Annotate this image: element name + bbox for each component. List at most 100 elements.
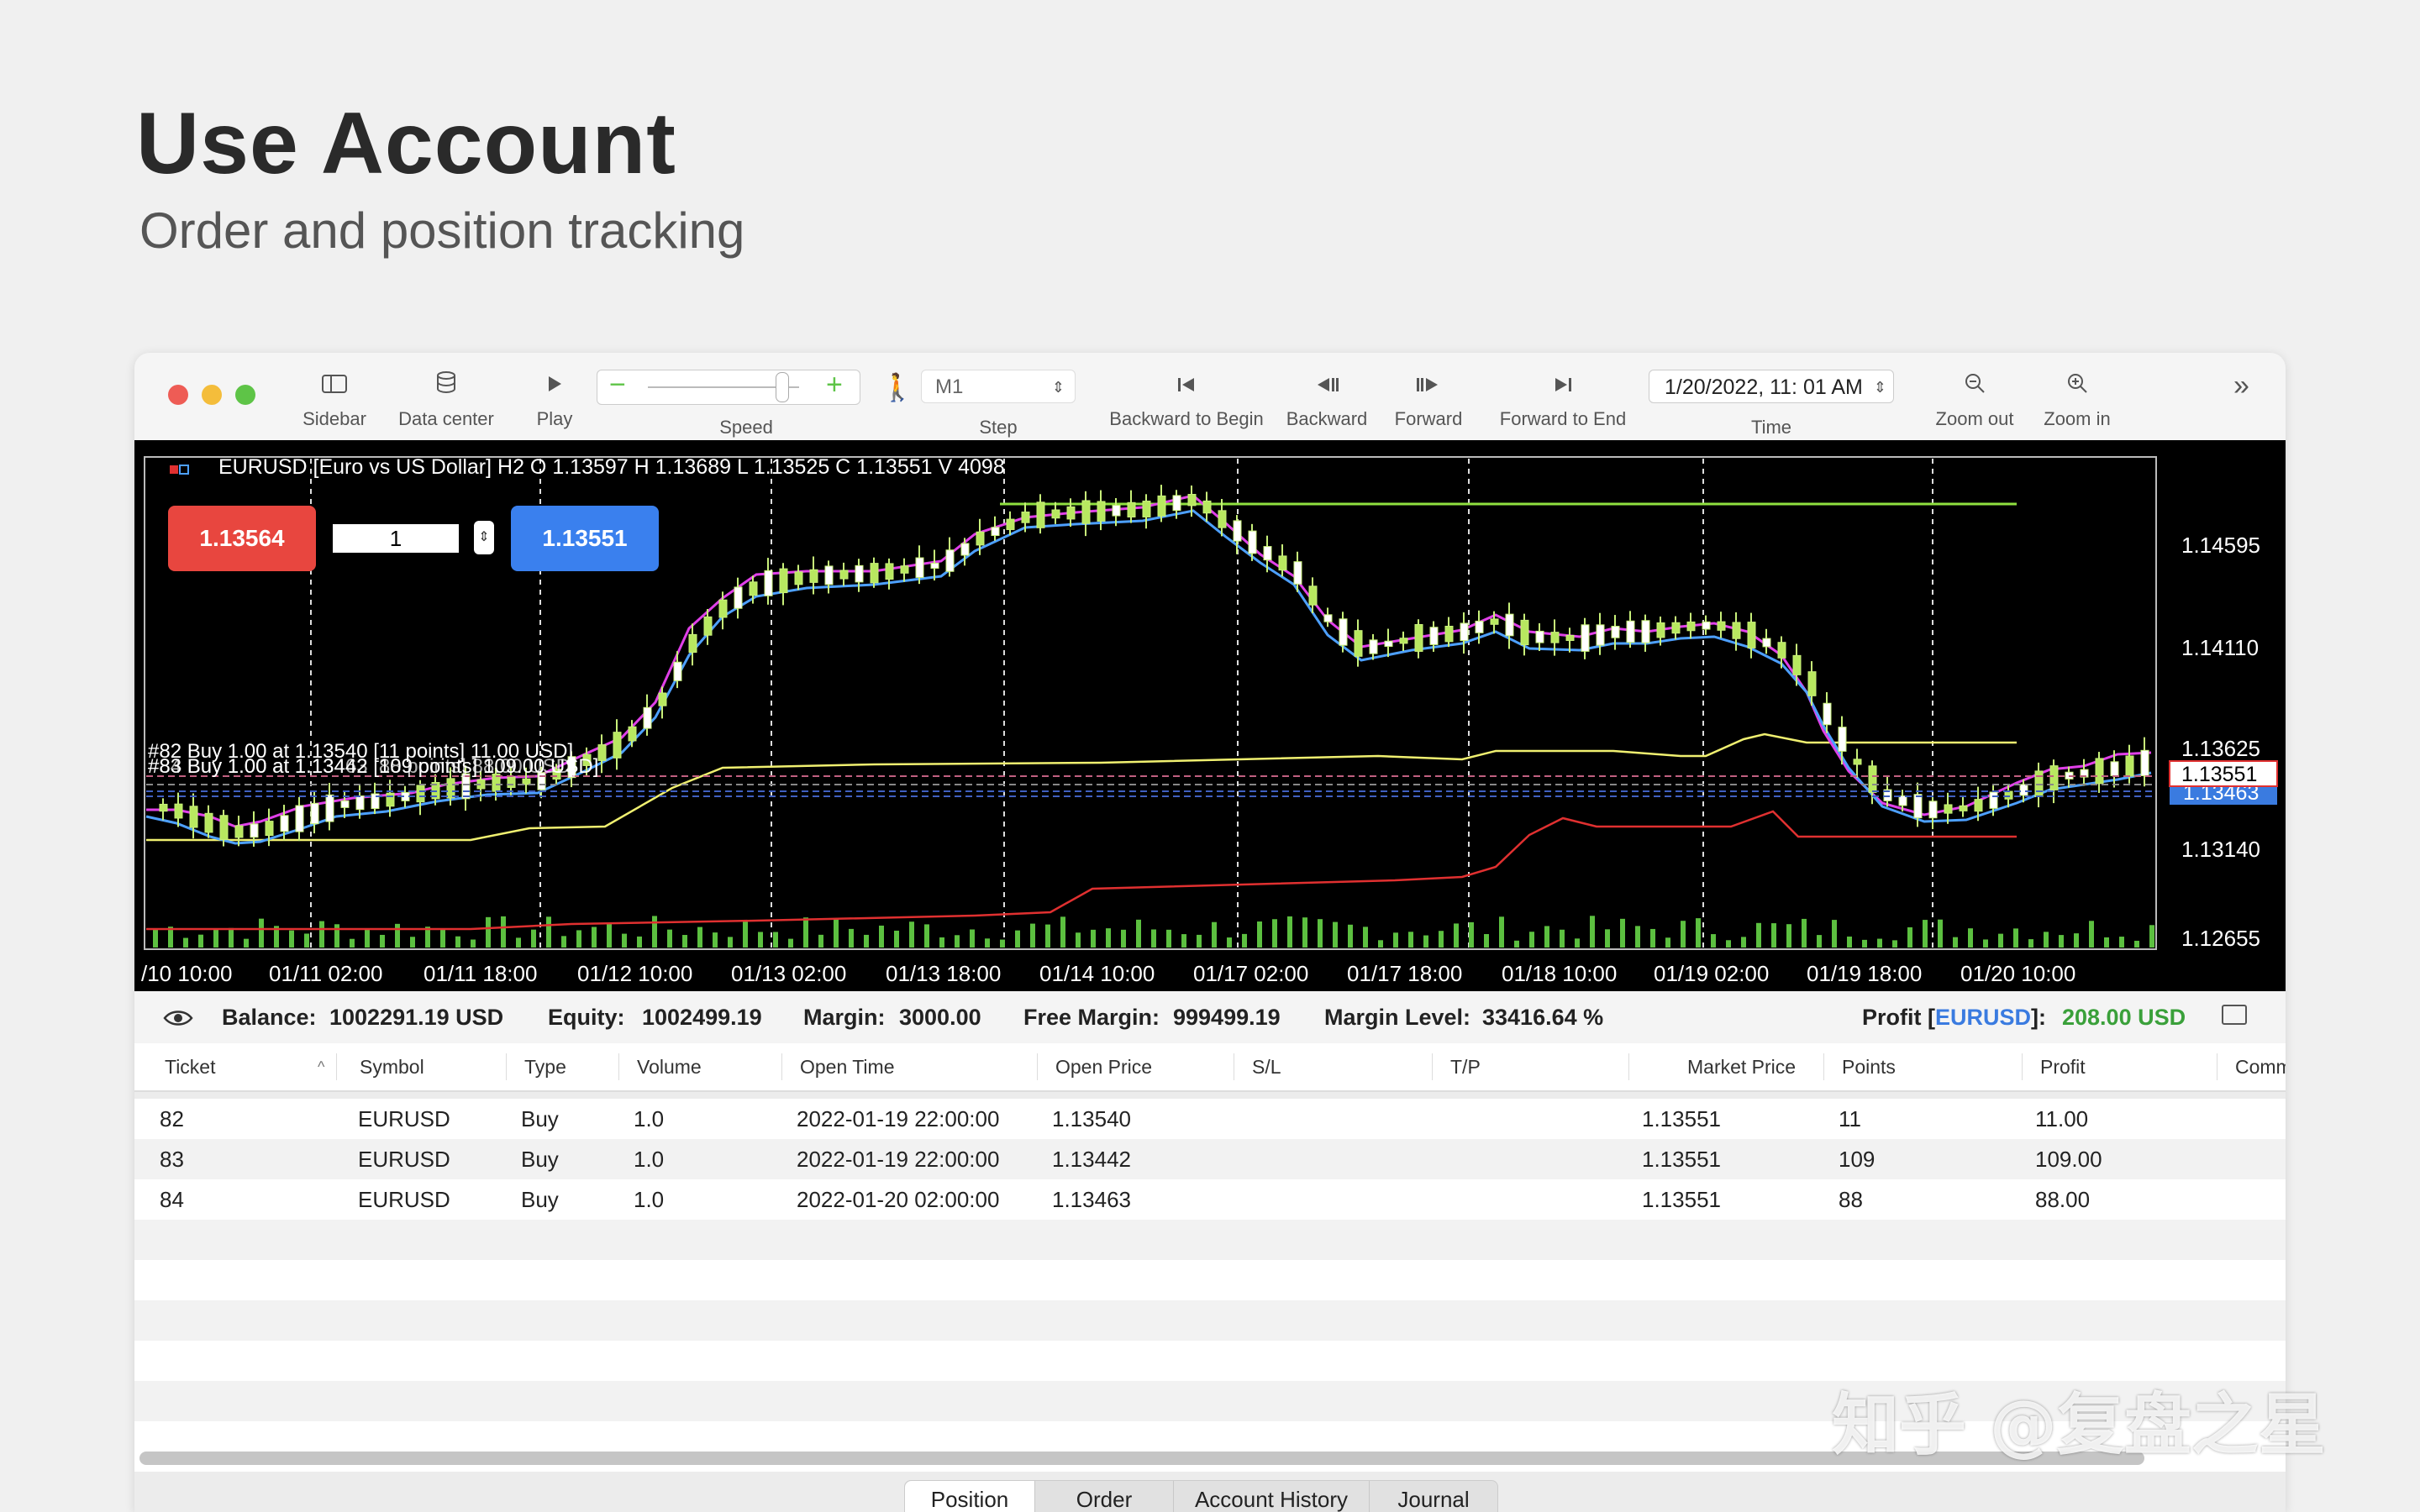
candle-body: [2110, 761, 2119, 777]
volume-bar: [1257, 921, 1262, 948]
more-chevron-icon[interactable]: »: [2233, 370, 2249, 402]
tab-journal[interactable]: Journal: [1370, 1481, 1497, 1512]
volume-bar: [713, 932, 718, 948]
speed-knob[interactable]: [776, 372, 789, 402]
time-tick: 01/18 10:00: [1502, 961, 1617, 986]
backward-to-begin-button[interactable]: Backward to Begin: [1097, 370, 1276, 430]
profit-symbol: EURUSD: [1935, 1005, 2032, 1030]
column-market-price[interactable]: Market Price: [1687, 1043, 1796, 1090]
minimize-window-button[interactable]: [202, 385, 222, 405]
eye-icon[interactable]: [163, 991, 193, 1043]
candle-body: [1369, 639, 1378, 654]
volume-bar: [2104, 937, 2109, 948]
candle-body: [688, 633, 697, 654]
margin-label: Margin:: [803, 1005, 886, 1030]
current-price-label: 1.13551: [2181, 763, 2257, 786]
lot-stepper-icon[interactable]: ⇕: [474, 521, 494, 554]
step-select[interactable]: M1 ⇕: [921, 370, 1076, 403]
volume-bar: [1484, 933, 1489, 948]
stepper-icon[interactable]: ⇕: [1874, 370, 1886, 404]
candle-body: [1974, 799, 1983, 812]
time-tick: 01/17 18:00: [1347, 961, 1462, 986]
candle-body: [280, 815, 289, 832]
speed-slider[interactable]: − +: [597, 369, 860, 405]
column-open-price[interactable]: Open Price: [1055, 1043, 1152, 1090]
speed-increase-icon[interactable]: +: [826, 369, 843, 402]
volume-bar: [1817, 935, 1822, 948]
time-field[interactable]: 1/20/2022, 11: 01 AM ⇕: [1649, 370, 1894, 403]
candle-body: [446, 778, 455, 799]
candle-body: [1959, 805, 1968, 811]
column-open-time[interactable]: Open Time: [800, 1043, 895, 1090]
volume-bar: [1212, 921, 1217, 948]
column-ticket[interactable]: Ticket: [165, 1043, 216, 1090]
tab-position[interactable]: Position: [905, 1481, 1035, 1512]
column-type[interactable]: Type: [524, 1043, 566, 1090]
volume-bar: [471, 939, 476, 948]
tab-account-history[interactable]: Account History: [1174, 1481, 1370, 1512]
volume-bar: [2044, 932, 2049, 948]
price-tick: 1.13625: [2181, 736, 2260, 761]
balance-value: 1002291.19 USD: [329, 1005, 504, 1030]
candle-body: [295, 805, 304, 832]
column-symbol[interactable]: Symbol: [360, 1043, 424, 1090]
panel-toggle-icon[interactable]: [2222, 1005, 2247, 1025]
candle-body: [885, 563, 894, 580]
sell-button[interactable]: 1.13564: [168, 506, 316, 571]
column-tp[interactable]: T/P: [1450, 1043, 1481, 1090]
volume-bar: [1620, 918, 1625, 948]
zoom-window-button[interactable]: [235, 385, 255, 405]
candle-body: [1112, 505, 1121, 517]
candle-body: [597, 744, 607, 761]
column-profit[interactable]: Profit: [2040, 1043, 2086, 1090]
equity-value: 1002499.19: [642, 1005, 762, 1030]
volume-bar: [1681, 921, 1686, 948]
candle-body: [2019, 784, 2028, 796]
table-row[interactable]: 84 EURUSD Buy 1.0 2022-01-20 02:00:00 1.…: [134, 1179, 2286, 1220]
zoom-in-button[interactable]: Zoom in: [2030, 370, 2124, 430]
candle-body: [1581, 624, 1590, 652]
chart-canvas[interactable]: #82 Buy 1.00 at 1.13540 [11 points] 11.0…: [134, 440, 2286, 991]
volume-bar: [788, 938, 793, 948]
symbol-sell-marker: [170, 465, 178, 474]
candle-body: [673, 661, 682, 681]
close-window-button[interactable]: [168, 385, 188, 405]
play-button[interactable]: Play: [521, 370, 588, 430]
volume-bar: [1393, 932, 1398, 948]
column-points[interactable]: Points: [1842, 1043, 1896, 1090]
forward-button[interactable]: Forward: [1386, 370, 1470, 430]
table-row[interactable]: 82 EURUSD Buy 1.0 2022-01-19 22:00:00 1.…: [134, 1099, 2286, 1139]
price-chart[interactable]: #82 Buy 1.00 at 1.13540 [11 points] 11.0…: [134, 440, 2286, 991]
tab-order[interactable]: Order: [1035, 1481, 1174, 1512]
candle-body: [1460, 622, 1469, 642]
speed-decrease-icon[interactable]: −: [609, 369, 626, 402]
candle-body: [1384, 640, 1393, 648]
zoom-out-button[interactable]: Zoom out: [1928, 370, 2022, 430]
candle-body: [265, 821, 274, 837]
sort-asc-icon[interactable]: ^: [318, 1043, 324, 1090]
column-volume[interactable]: Volume: [637, 1043, 702, 1090]
forward-to-end-button[interactable]: Forward to End: [1487, 370, 1639, 430]
candle-body: [1354, 630, 1363, 657]
price-tick: 1.12655: [2181, 926, 2260, 951]
sidebar-button[interactable]: Sidebar: [292, 370, 376, 430]
volume-bar: [1106, 928, 1111, 948]
volume-bar: [1499, 916, 1504, 948]
volume-bar: [183, 937, 188, 948]
volume-bar: [380, 934, 385, 948]
volume-bar: [652, 916, 657, 948]
time-tick: 01/19 02:00: [1654, 961, 1769, 986]
toolbar: Sidebar Data center Play − + Speed 🚶 M1 …: [134, 353, 2286, 440]
volume-bar: [1847, 936, 1852, 948]
backward-button[interactable]: Backward: [1281, 370, 1373, 430]
data-center-button[interactable]: Data center: [383, 370, 509, 430]
table-row[interactable]: 83 EURUSD Buy 1.0 2022-01-19 22:00:00 1.…: [134, 1139, 2286, 1179]
column-comment[interactable]: Comm: [2235, 1043, 2286, 1090]
lot-input[interactable]: 1: [333, 524, 459, 553]
volume-bar: [1015, 930, 1020, 948]
buy-button[interactable]: 1.13551: [511, 506, 659, 571]
volume-bar: [440, 928, 445, 948]
free-margin-label: Free Margin:: [1023, 1005, 1160, 1030]
column-sl[interactable]: S/L: [1252, 1043, 1281, 1090]
volume-bar: [213, 929, 218, 948]
